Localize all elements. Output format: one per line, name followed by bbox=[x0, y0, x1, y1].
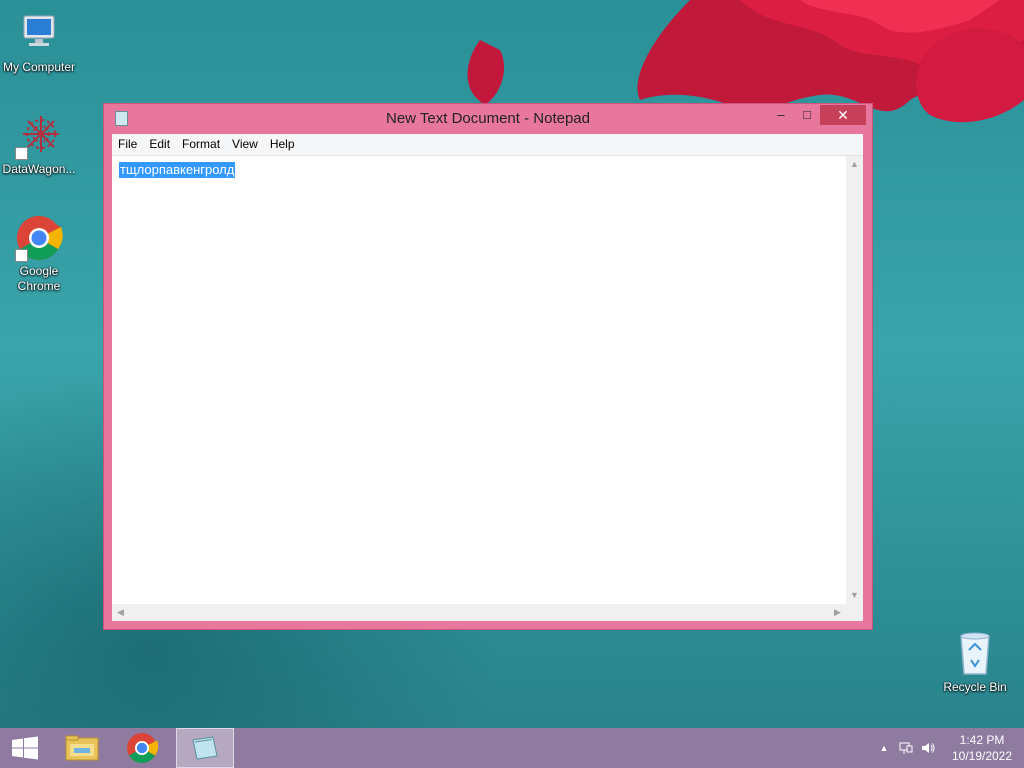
volume-icon[interactable] bbox=[920, 740, 936, 756]
taskbar: ▲ 1:42 PM 10/19/2022 bbox=[0, 728, 1024, 768]
shortcut-arrow-icon bbox=[15, 249, 28, 262]
clock-time[interactable]: 1:42 PM bbox=[942, 733, 1022, 747]
title-bar[interactable]: New Text Document - Notepad – □ ✕ bbox=[104, 104, 872, 133]
windows-logo-icon bbox=[12, 736, 38, 760]
scroll-up-arrow-icon[interactable]: ▲ bbox=[846, 156, 863, 173]
chrome-icon bbox=[127, 733, 159, 764]
window-title: New Text Document - Notepad bbox=[386, 110, 590, 127]
network-icon[interactable] bbox=[898, 740, 914, 756]
selected-text[interactable]: тщлорпавкенгролд bbox=[119, 162, 236, 178]
menu-format[interactable]: Format bbox=[176, 134, 226, 155]
recycle-bin-icon bbox=[951, 630, 999, 678]
desktop: My Computer DataWagon... Google Chrome R… bbox=[0, 0, 1024, 768]
start-button[interactable] bbox=[0, 728, 56, 768]
show-hidden-icons-chevron-icon[interactable]: ▲ bbox=[876, 740, 892, 756]
menu-file[interactable]: File bbox=[112, 134, 143, 155]
clock-date[interactable]: 10/19/2022 bbox=[942, 749, 1022, 763]
text-editor-area[interactable]: тщлорпавкенгролд ▲ ▼ ◀ ▶ bbox=[112, 156, 863, 621]
scroll-down-arrow-icon[interactable]: ▼ bbox=[846, 587, 863, 604]
desktop-icon-label: Recycle Bin bbox=[943, 680, 1007, 694]
desktop-icon-label: My Computer bbox=[2, 60, 76, 74]
datawagon-icon bbox=[15, 112, 63, 160]
desktop-icon-my-computer[interactable]: My Computer bbox=[0, 10, 78, 75]
scrollbar-corner bbox=[846, 604, 863, 621]
menu-edit[interactable]: Edit bbox=[143, 134, 176, 155]
minimize-button[interactable]: – bbox=[768, 105, 794, 125]
menu-help[interactable]: Help bbox=[264, 134, 301, 155]
vertical-scrollbar[interactable]: ▲ ▼ bbox=[846, 156, 863, 604]
computer-icon bbox=[15, 10, 63, 58]
chrome-icon bbox=[15, 214, 63, 262]
shortcut-arrow-icon bbox=[15, 147, 28, 160]
folder-icon bbox=[65, 735, 99, 761]
maximize-button[interactable]: □ bbox=[794, 105, 820, 125]
desktop-icon-label: DataWagon... bbox=[2, 162, 76, 176]
system-tray: ▲ 1:42 PM 10/19/2022 bbox=[864, 728, 1024, 768]
desktop-icon-label: Google Chrome bbox=[17, 264, 61, 293]
notepad-window[interactable]: New Text Document - Notepad – □ ✕ File Ed… bbox=[104, 104, 872, 629]
scroll-left-arrow-icon[interactable]: ◀ bbox=[112, 604, 129, 621]
close-button[interactable]: ✕ bbox=[820, 105, 866, 125]
taskbar-notepad[interactable] bbox=[176, 728, 234, 768]
menu-bar: File Edit Format View Help bbox=[112, 134, 863, 156]
taskbar-chrome[interactable] bbox=[114, 728, 170, 768]
taskbar-file-explorer[interactable] bbox=[56, 728, 112, 768]
scroll-right-arrow-icon[interactable]: ▶ bbox=[829, 604, 846, 621]
menu-view[interactable]: View bbox=[226, 134, 264, 155]
desktop-icon-recycle-bin[interactable]: Recycle Bin bbox=[936, 630, 1014, 695]
notepad-icon bbox=[192, 736, 218, 760]
desktop-icon-datawagon[interactable]: DataWagon... bbox=[0, 112, 78, 177]
desktop-icon-google-chrome[interactable]: Google Chrome bbox=[0, 214, 78, 294]
horizontal-scrollbar[interactable]: ◀ ▶ bbox=[112, 604, 846, 621]
